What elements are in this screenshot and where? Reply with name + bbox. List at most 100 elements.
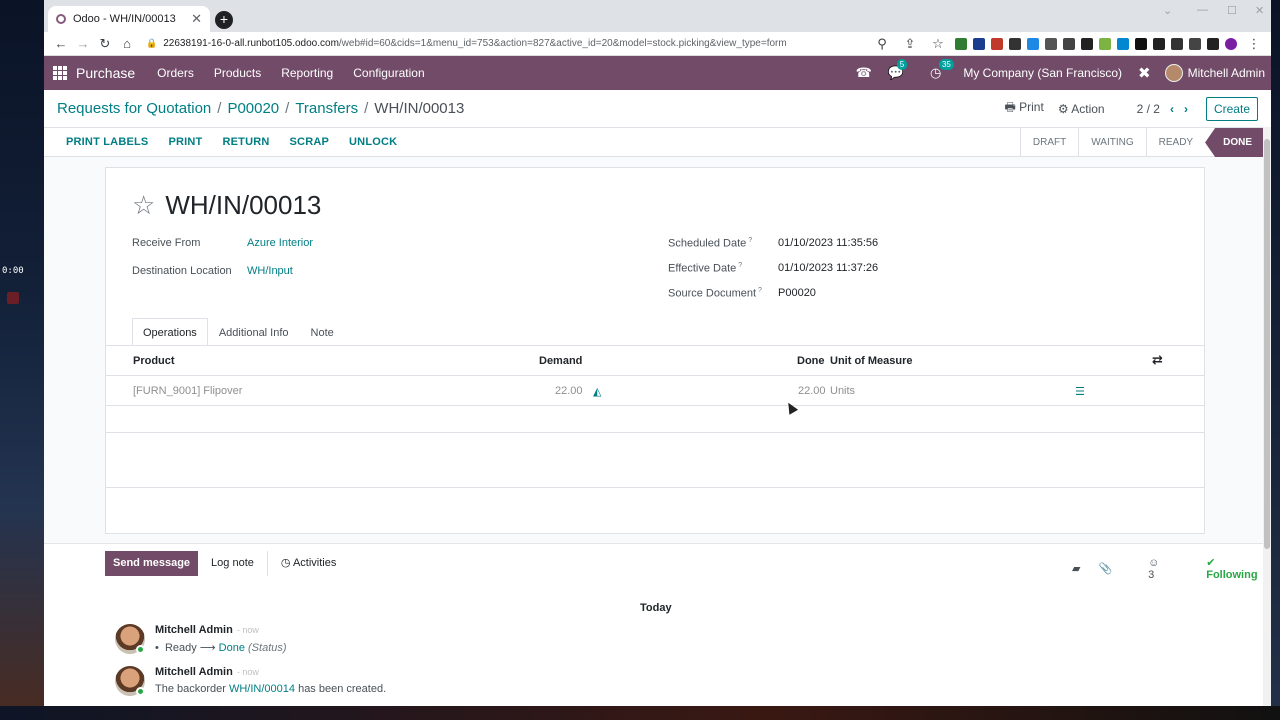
receive-from-value[interactable]: Azure Interior <box>247 237 313 249</box>
breadcrumb-po[interactable]: P00020 <box>227 100 279 117</box>
followers-button[interactable]: ☺3 <box>1130 557 1170 581</box>
scrollbar-thumb[interactable] <box>1264 139 1270 549</box>
browser-window: Odoo - WH/IN/00013 ✕ + ⌄ — ☐ ✕ ← → ↻ ⌂ 🔒… <box>44 0 1271 706</box>
menu-reporting[interactable]: Reporting <box>281 66 333 80</box>
extension-icon[interactable] <box>1153 37 1165 50</box>
user-menu[interactable]: Mitchell Admin <box>1188 66 1265 80</box>
profile-avatar-icon[interactable] <box>1225 37 1237 50</box>
table-header: Product Demand Done Unit of Measure ⇄ <box>106 346 1204 376</box>
help-icon[interactable]: ? <box>738 262 742 269</box>
bookmark-star-icon[interactable]: ☆ <box>927 36 949 52</box>
extension-icon[interactable] <box>1171 37 1183 50</box>
zoom-icon[interactable]: ⚲ <box>871 36 893 52</box>
breadcrumb-transfers[interactable]: Transfers <box>295 100 358 117</box>
record-stop-button[interactable] <box>7 292 19 304</box>
minimize-icon[interactable]: — <box>1197 4 1208 16</box>
url-field[interactable]: 🔒 22638191-16-0-all.runbot105.odoo.com/w… <box>146 38 856 49</box>
extension-icon[interactable] <box>1099 37 1111 50</box>
send-message-button[interactable]: Send message <box>105 551 199 576</box>
priority-star-icon[interactable]: ☆ <box>132 190 155 221</box>
page-scrollbar[interactable] <box>1263 127 1271 706</box>
print-button[interactable]: PRINT <box>168 136 202 148</box>
paperclip-icon[interactable]: 📎 <box>1098 562 1112 575</box>
help-icon[interactable]: ? <box>748 237 752 244</box>
menu-configuration[interactable]: Configuration <box>353 66 424 80</box>
extension-icon[interactable] <box>973 37 985 50</box>
user-avatar[interactable] <box>1164 64 1183 82</box>
breadcrumb-rfq[interactable]: Requests for Quotation <box>57 100 211 117</box>
source-document-value[interactable]: P00020 <box>778 287 816 299</box>
print-labels-button[interactable]: PRINT LABELS <box>66 136 148 148</box>
menu-orders[interactable]: Orders <box>157 66 194 80</box>
new-tab-button[interactable]: + <box>215 11 233 29</box>
extension-icon[interactable] <box>1027 37 1039 50</box>
header-uom[interactable]: Unit of Measure <box>830 355 913 367</box>
back-icon[interactable]: ← <box>50 36 72 51</box>
tracking-value: • Ready ⟶ Done (Status) <box>155 642 287 654</box>
action-menu-button[interactable]: ⚙ Action <box>1058 102 1105 116</box>
reload-icon[interactable]: ↻ <box>94 36 116 52</box>
extension-icon[interactable] <box>1045 37 1057 50</box>
destination-value[interactable]: WH/Input <box>247 265 293 277</box>
header-demand[interactable]: Demand <box>539 355 582 367</box>
extension-icon[interactable] <box>1081 37 1093 50</box>
kebab-menu-icon[interactable]: ⋮ <box>1243 36 1265 52</box>
apps-grid-icon[interactable] <box>53 66 67 80</box>
book-icon[interactable]: ▰ <box>1072 562 1080 575</box>
menu-products[interactable]: Products <box>214 66 261 80</box>
scrap-button[interactable]: SCRAP <box>290 136 330 148</box>
unlock-button[interactable]: UNLOCK <box>349 136 397 148</box>
message-author[interactable]: Mitchell Admin <box>155 624 233 636</box>
clock-icon: ◷ <box>280 557 291 569</box>
close-tab-icon[interactable]: ✕ <box>191 11 202 27</box>
share-icon[interactable]: ⇪ <box>899 36 921 52</box>
company-switcher[interactable]: My Company (San Francisco) <box>963 66 1122 80</box>
extension-icon[interactable] <box>1063 37 1075 50</box>
pager-next-icon[interactable]: › <box>1184 102 1188 116</box>
forecast-graph-icon[interactable]: ◭ <box>593 385 601 398</box>
help-icon[interactable]: ? <box>758 287 762 294</box>
app-name[interactable]: Purchase <box>76 65 135 81</box>
tab-operations[interactable]: Operations <box>132 318 208 346</box>
activities-button[interactable]: ◷ Activities <box>268 551 349 576</box>
create-button[interactable]: Create <box>1205 96 1258 121</box>
debug-tools-icon[interactable]: ✖ <box>1138 64 1151 82</box>
tab-strip: Odoo - WH/IN/00013 ✕ + ⌄ — ☐ ✕ <box>44 0 1271 32</box>
extension-icon[interactable] <box>955 37 967 50</box>
column-settings-icon[interactable]: ⇄ <box>1152 352 1163 368</box>
activities-clock-icon[interactable]: ◷ 35 <box>930 59 954 81</box>
backorder-link[interactable]: WH/IN/00014 <box>229 683 295 695</box>
maximize-icon[interactable]: ☐ <box>1227 4 1237 17</box>
message-date: - now <box>236 625 259 635</box>
control-panel: Requests for Quotation / P00020 / Transf… <box>44 90 1271 128</box>
puzzle-extensions-icon[interactable] <box>1189 37 1201 50</box>
pager-prev-icon[interactable]: ‹ <box>1170 102 1174 116</box>
message-body: The backorder WH/IN/00014 has been creat… <box>155 683 387 695</box>
tab-note[interactable]: Note <box>300 318 345 346</box>
extension-icon[interactable] <box>1117 37 1129 50</box>
close-window-icon[interactable]: ✕ <box>1255 4 1264 17</box>
log-note-button[interactable]: Log note <box>198 551 268 576</box>
print-menu-button[interactable]: 🖶 Print <box>1004 98 1043 119</box>
extension-icon[interactable] <box>991 37 1003 50</box>
table-row[interactable]: [FURN_9001] Flipover 22.00 ◭ 22.00 Units… <box>106 376 1204 406</box>
tab-additional-info[interactable]: Additional Info <box>208 318 300 346</box>
extension-icon[interactable] <box>1135 37 1147 50</box>
following-button[interactable]: ✔ Following <box>1188 556 1263 581</box>
home-icon[interactable]: ⌂ <box>116 36 138 51</box>
header-done[interactable]: Done <box>797 355 825 367</box>
pager-value[interactable]: 2 / 2 <box>1137 102 1160 116</box>
scheduled-date-value[interactable]: 01/10/2023 11:35:56 <box>778 237 878 249</box>
extension-icon[interactable] <box>1009 37 1021 50</box>
sidebar-icon[interactable] <box>1207 37 1219 50</box>
browser-tab[interactable]: Odoo - WH/IN/00013 ✕ <box>48 6 210 32</box>
detailed-operations-list-icon[interactable]: ☰ <box>1075 385 1085 398</box>
chevron-down-icon[interactable]: ⌄ <box>1163 4 1172 17</box>
phone-icon[interactable]: ☎ <box>856 65 872 81</box>
return-button[interactable]: RETURN <box>222 136 269 148</box>
message-author[interactable]: Mitchell Admin <box>155 666 233 678</box>
row-demand: 22.00 <box>555 385 583 397</box>
forward-icon[interactable]: → <box>72 36 94 51</box>
header-product[interactable]: Product <box>133 355 175 367</box>
messages-icon[interactable]: 💬 5 <box>888 59 908 81</box>
